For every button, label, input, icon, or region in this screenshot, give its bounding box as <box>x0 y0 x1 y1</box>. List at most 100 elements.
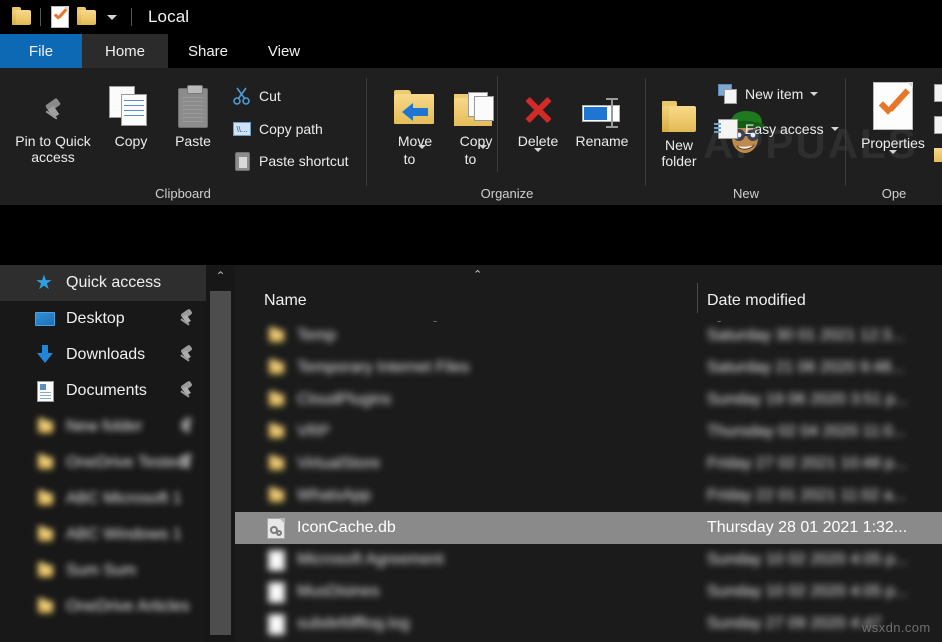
copy-path-button[interactable]: \\... Copy path <box>232 119 323 139</box>
copy-to-label-line1: Copy <box>459 133 493 149</box>
pin-label-line1: Pin to Quick <box>15 133 91 149</box>
qa-new-folder-icon[interactable] <box>73 4 99 30</box>
folder-icon <box>265 453 287 475</box>
navigation-pane: ★ Quick access Desktop Downloads Documen… <box>0 265 206 642</box>
copy-icon <box>109 86 153 128</box>
table-row[interactable]: Temporary Internet Files Saturday 21 06 … <box>235 352 942 384</box>
paste-shortcut-label: Paste shortcut <box>259 153 349 169</box>
file-name: CloudPlugins <box>297 391 392 408</box>
qa-separator <box>40 8 41 26</box>
sidebar-item-downloads[interactable]: Downloads <box>0 337 206 373</box>
sidebar-item-label: ABC Microsoft 1 <box>66 490 182 507</box>
properties-button[interactable]: Properties <box>850 80 936 172</box>
file-date: Sunday 19 06 2020 3:51 p... <box>707 391 909 408</box>
table-row[interactable]: Microsoft Agreement Sunday 10 02 2020 4:… <box>235 544 942 576</box>
ribbon-group-clipboard: Pin to Quick access Copy Paste Cut \\... … <box>0 68 366 205</box>
file-name: MusDisines <box>297 583 380 600</box>
desktop-icon <box>34 308 56 330</box>
move-to-chevron-down-icon[interactable] <box>418 145 427 165</box>
file-name: Temp <box>297 327 337 344</box>
table-row[interactable]: Temp Saturday 30 01 2021 12:3... <box>235 320 942 352</box>
folder-icon <box>265 421 287 443</box>
open-button-icon[interactable] <box>934 84 942 102</box>
cut-button[interactable]: Cut <box>232 86 281 106</box>
easy-access-chevron-down-icon[interactable] <box>830 127 839 131</box>
tab-view[interactable]: View <box>248 34 320 68</box>
new-folder-label-line1: New <box>664 137 693 153</box>
sidebar-item-label: ABC Windows 1 <box>66 526 182 543</box>
tab-file[interactable]: File <box>0 34 82 68</box>
paste-shortcut-button[interactable]: Paste shortcut <box>232 151 349 171</box>
file-name: Temporary Internet Files <box>297 359 470 376</box>
table-row-selected[interactable]: IconCache.db Thursday 28 01 2021 1:32... <box>235 512 942 544</box>
copy-to-chevron-down-icon[interactable] <box>479 145 488 165</box>
sidebar-item-sum-sum[interactable]: Sum Sum <box>0 553 206 589</box>
scroll-up-icon[interactable]: ⌃ <box>206 265 235 287</box>
qa-properties-icon[interactable] <box>47 4 73 30</box>
rename-label: Rename <box>575 133 629 149</box>
edit-button-icon[interactable] <box>934 116 942 134</box>
title-bar: Local <box>0 0 942 34</box>
pin-icon[interactable] <box>178 344 194 364</box>
sidebar-item-abc-microsoft[interactable]: ABC Microsoft 1 <box>0 481 206 517</box>
tab-home[interactable]: Home <box>82 34 168 68</box>
sidebar-item-label: Desktop <box>66 310 125 327</box>
table-row[interactable]: subdefdfflog.log Sunday 27 09 2020 4:47 <box>235 608 942 640</box>
pin-icon[interactable] <box>178 380 194 400</box>
file-date: Saturday 21 06 2020 9:48... <box>707 359 905 376</box>
properties-chevron-down-icon[interactable] <box>889 150 897 171</box>
sidebar-item-new-folder[interactable]: New folder <box>0 409 206 445</box>
sidebar-item-onedrive-tested[interactable]: OneDrive Tested <box>0 445 206 481</box>
column-header-date-modified[interactable]: Date modified <box>707 283 806 319</box>
move-to-label-line1: Move <box>397 133 433 149</box>
file-icon <box>265 581 287 603</box>
easy-access-button[interactable]: Easy access <box>714 119 839 139</box>
sidebar-item-quick-access[interactable]: ★ Quick access <box>0 265 206 301</box>
delete-x-icon <box>520 92 556 128</box>
file-date: Friday 22 01 2021 11:02 a... <box>707 487 906 504</box>
paste-icon <box>178 85 208 128</box>
group-label-clipboard: Clipboard <box>155 186 211 201</box>
file-icon <box>265 613 287 635</box>
sidebar-item-documents[interactable]: Documents <box>0 373 206 409</box>
tab-share[interactable]: Share <box>168 34 248 68</box>
file-name: WhatsApp <box>297 487 371 504</box>
column-header-name[interactable]: Name <box>264 283 307 319</box>
folder-icon <box>34 452 56 474</box>
sidebar-item-abc-windows[interactable]: ABC Windows 1 <box>0 517 206 553</box>
column-headers: Name Date modified <box>235 283 942 319</box>
new-item-button[interactable]: New item <box>718 84 819 104</box>
ribbon-group-new: New folder New item Easy access New <box>646 68 846 205</box>
table-row[interactable]: MusDisines Sunday 10 02 2020 4:05 p... <box>235 576 942 608</box>
sort-ascending-icon[interactable]: ⌃ <box>473 268 482 281</box>
scissors-icon <box>232 86 252 106</box>
sidebar-item-onedrive-articles[interactable]: OneDrive Articles <box>0 589 206 625</box>
pin-icon[interactable] <box>178 308 194 328</box>
delete-chevron-down-icon[interactable] <box>534 148 542 169</box>
table-row[interactable]: CloudPlugins Sunday 19 06 2020 3:51 p... <box>235 384 942 416</box>
sidebar-item-label: Documents <box>66 382 147 399</box>
rename-button[interactable]: Rename <box>559 78 645 149</box>
table-row[interactable]: VRP Thursday 02 04 2020 11:0... <box>235 416 942 448</box>
scrollbar-thumb[interactable] <box>210 291 231 635</box>
new-folder-button[interactable]: New folder <box>636 82 722 169</box>
properties-icon <box>873 82 913 130</box>
new-item-chevron-down-icon[interactable] <box>810 92 819 96</box>
sidebar-item-desktop[interactable]: Desktop <box>0 301 206 337</box>
qa-customize-dropdown-icon[interactable] <box>99 4 125 30</box>
table-row[interactable]: WhatsApp Friday 22 01 2021 11:02 a... <box>235 480 942 512</box>
copy-label: Copy <box>114 133 148 149</box>
pin-icon[interactable] <box>178 416 194 436</box>
file-date: Sunday 27 09 2020 4:47 <box>707 615 882 632</box>
paste-button[interactable]: Paste <box>150 78 236 149</box>
table-row[interactable]: VirtualStore Friday 27 02 2021 10:48 p..… <box>235 448 942 480</box>
pin-icon[interactable] <box>178 452 194 472</box>
qa-folder-icon[interactable] <box>8 4 34 30</box>
history-button-icon[interactable] <box>934 148 942 162</box>
sidebar-scrollbar[interactable]: ⌃ <box>206 265 235 642</box>
pin-to-quick-access-button[interactable]: Pin to Quick access <box>10 78 96 165</box>
file-name: VRP <box>297 423 330 440</box>
properties-label: Properties <box>861 135 925 151</box>
file-date: Thursday 02 04 2020 11:0... <box>707 423 906 440</box>
copy-to-label-line2: to <box>464 151 477 167</box>
